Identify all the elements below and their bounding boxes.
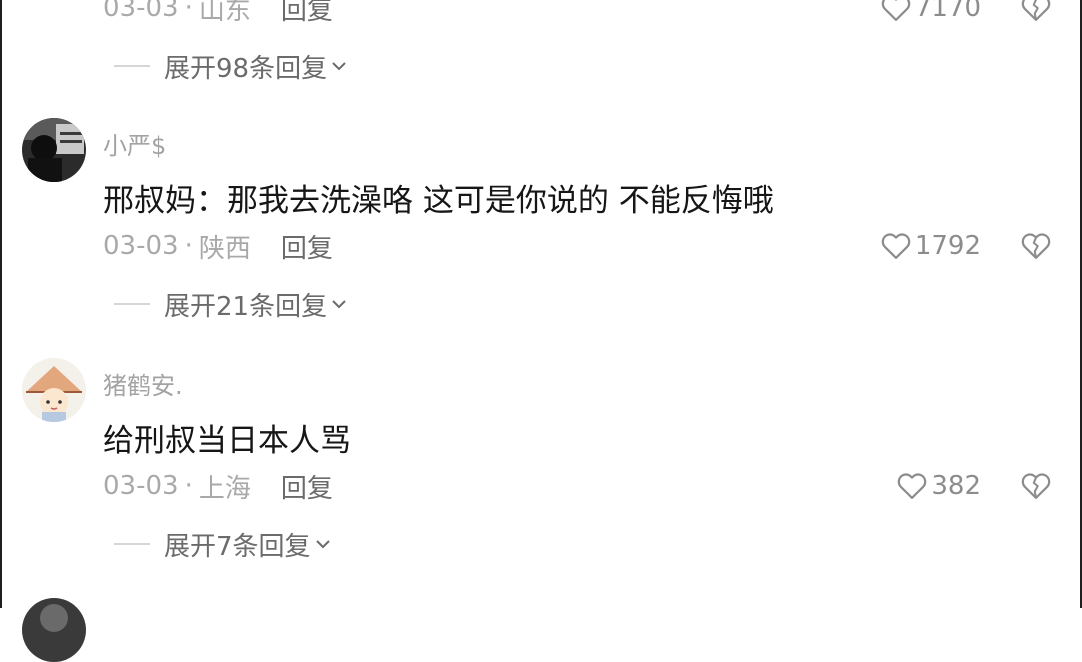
comment-meta: 03-03 · 陕西 回复 xyxy=(103,226,333,266)
comment-meta: 03-03 · 上海 回复 xyxy=(103,466,333,506)
meta-separator: · xyxy=(184,471,193,501)
like-count: 1792 xyxy=(914,231,981,261)
expand-replies-button[interactable]: 展开98条回复 xyxy=(114,46,347,86)
comment-location: 上海 xyxy=(198,473,251,504)
heart-outline-icon xyxy=(898,473,927,499)
expand-divider xyxy=(114,543,150,545)
comment-date: 03-03 xyxy=(103,471,179,501)
meta-separator: · xyxy=(184,0,193,23)
meta-separator: · xyxy=(184,231,193,261)
avatar-image xyxy=(22,118,86,182)
comment-meta: 03-03 · 山东 回复 xyxy=(103,0,333,28)
avatar[interactable] xyxy=(22,358,86,422)
expand-replies-button[interactable]: 展开7条回复 xyxy=(114,524,331,564)
reply-button[interactable]: 回复 xyxy=(281,0,333,27)
comment-date: 03-03 xyxy=(103,231,179,261)
expand-replies-label: 展开7条回复 xyxy=(164,531,311,562)
window-edge-left xyxy=(0,0,2,608)
expand-replies-label: 展开98条回复 xyxy=(164,53,328,84)
heart-outline-icon xyxy=(881,233,911,259)
comment-text: 给刑叔当日本人骂 xyxy=(103,423,351,459)
like-button[interactable]: 1792 xyxy=(881,226,981,266)
dislike-button[interactable] xyxy=(1021,0,1051,28)
comment-date: 03-03 xyxy=(103,0,179,23)
dislike-button[interactable] xyxy=(1021,466,1051,506)
comment-username[interactable]: 小严$ xyxy=(103,126,166,161)
like-count: 7170 xyxy=(914,0,981,23)
avatar-image xyxy=(22,358,86,422)
broken-heart-icon xyxy=(1021,0,1051,21)
expand-divider xyxy=(114,303,150,305)
reply-button[interactable]: 回复 xyxy=(281,468,333,505)
like-button[interactable]: 7170 xyxy=(881,0,981,28)
chevron-down-icon xyxy=(332,300,346,309)
expand-replies-button[interactable]: 展开21条回复 xyxy=(114,284,347,324)
comment-text: 邢叔妈：那我去洗澡咯 这可是你说的 不能反悔哦 xyxy=(103,183,774,219)
like-button[interactable]: 382 xyxy=(897,466,981,506)
comment-location: 陕西 xyxy=(198,233,251,264)
chevron-down-icon xyxy=(315,540,330,549)
like-count: 382 xyxy=(931,471,981,501)
expand-divider xyxy=(114,65,150,67)
avatar[interactable] xyxy=(22,118,86,182)
comment-location: 山东 xyxy=(198,0,251,26)
dislike-button[interactable] xyxy=(1021,226,1051,266)
reply-button[interactable]: 回复 xyxy=(281,228,333,265)
broken-heart-icon xyxy=(1021,233,1051,259)
comment-username[interactable]: 猪鹤安. xyxy=(103,366,183,401)
chevron-down-icon xyxy=(332,62,346,71)
heart-outline-icon xyxy=(881,0,911,21)
expand-replies-label: 展开21条回复 xyxy=(164,291,328,322)
broken-heart-icon xyxy=(1021,473,1051,499)
